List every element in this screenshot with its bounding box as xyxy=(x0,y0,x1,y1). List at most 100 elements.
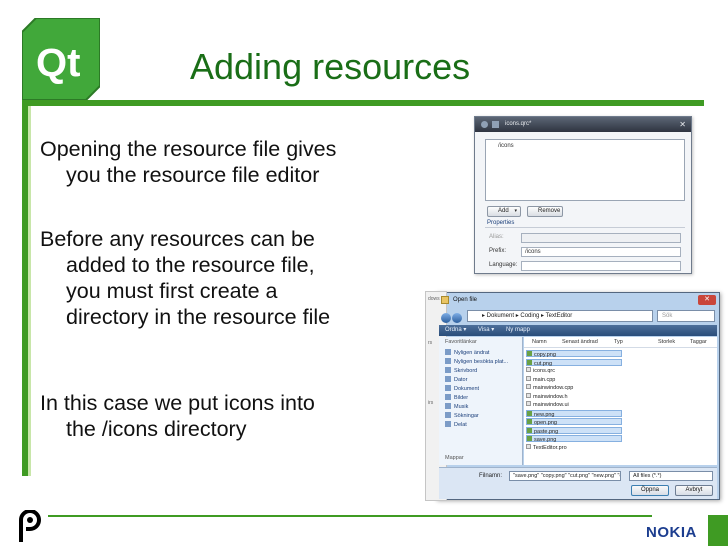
nav-item-label: Delat xyxy=(454,422,467,428)
resource-tree-item[interactable]: /icons xyxy=(498,143,514,149)
file-name: new.png xyxy=(534,411,555,418)
add-button[interactable]: Add ▾ xyxy=(487,206,521,217)
file-name: main.cpp xyxy=(533,376,556,383)
file-name: copy.png xyxy=(534,352,556,358)
documents-icon xyxy=(445,385,451,391)
file-row[interactable]: main.cpp xyxy=(526,375,622,383)
alias-row: Alias: xyxy=(489,232,683,244)
header-divider xyxy=(524,347,717,348)
nokia-logo: NOKIA xyxy=(646,524,697,541)
prefix-field[interactable]: /icons xyxy=(521,247,681,257)
qt-logo: Qt xyxy=(22,18,100,100)
plain-file-icon xyxy=(526,375,531,381)
nav-item[interactable]: Dokument xyxy=(445,385,479,392)
file-row[interactable]: save.png xyxy=(526,435,622,443)
close-icon[interactable]: ✕ xyxy=(698,295,716,305)
prefix-label: Prefix: xyxy=(489,248,507,254)
language-label: Language: xyxy=(489,262,518,268)
file-row[interactable]: TextEditor.pro xyxy=(526,443,622,451)
file-row[interactable]: paste.png xyxy=(526,426,622,434)
back-icon[interactable] xyxy=(441,313,451,323)
file-name: mainwindow.cpp xyxy=(533,385,574,391)
music-icon xyxy=(445,403,451,409)
bullet-list: Opening the resource file gives you the … xyxy=(40,136,450,480)
file-row[interactable]: mainwindow.cpp xyxy=(526,384,622,391)
nav-item-label: Musik xyxy=(454,404,469,410)
plain-file-icon xyxy=(526,384,531,389)
bullet-item: In this case we put icons into the /icon… xyxy=(40,391,315,441)
background-label: irs xyxy=(428,400,434,406)
folders-toggle[interactable]: Mappar xyxy=(445,455,464,461)
file-name: mainwindow.h xyxy=(533,393,568,400)
view-menu[interactable]: Visa ▾ xyxy=(478,327,494,333)
nav-item-label: Skrivbord xyxy=(454,368,478,374)
file-row[interactable]: cut.png xyxy=(526,358,622,367)
nav-item[interactable]: Musik xyxy=(445,403,468,410)
nav-item-label: Nyligen ändrat xyxy=(454,350,490,356)
computer-icon xyxy=(445,376,451,382)
filename-input[interactable]: "save.png" "copy.png" "cut.png" "new.png… xyxy=(509,471,621,481)
nav-item[interactable]: Skrivbord xyxy=(445,367,477,374)
file-type-select[interactable]: All files (*.*) xyxy=(629,471,713,481)
column-header-size[interactable]: Storlek xyxy=(658,339,675,345)
qt-logo-text: Qt xyxy=(36,41,80,85)
prefix-row: Prefix: /icons xyxy=(489,246,683,258)
image-file-icon xyxy=(527,419,532,424)
desktop-icon xyxy=(445,367,451,373)
column-header-type[interactable]: Typ xyxy=(614,339,623,345)
file-name: save.png xyxy=(534,437,557,443)
file-row[interactable]: mainwindow.ui xyxy=(526,401,622,408)
nav-item[interactable]: Bilder xyxy=(445,394,468,401)
address-bar[interactable]: ▸ Dokument ▸ Coding ▸ TextEditor xyxy=(467,310,653,322)
file-row[interactable]: new.png xyxy=(526,409,622,418)
language-field[interactable] xyxy=(521,261,681,271)
window-menu-icon[interactable] xyxy=(481,121,488,128)
chevron-down-icon: ▾ xyxy=(514,208,517,214)
search-input[interactable]: Sök xyxy=(657,310,715,322)
dialog-title: Open file xyxy=(453,297,478,303)
organize-menu[interactable]: Ordna ▾ xyxy=(445,327,466,333)
resource-editor-title: icons.qrc* xyxy=(505,121,532,127)
plain-file-icon xyxy=(526,443,531,449)
resource-editor-window: icons.qrc* ✕ /icons Add ▾ Remove Propert… xyxy=(474,116,692,274)
alias-field[interactable] xyxy=(521,233,681,243)
plain-file-icon xyxy=(526,392,531,398)
properties-panel: Alias: Prefix: /icons Language: xyxy=(485,227,685,271)
bullet-item: Opening the resource file gives you the … xyxy=(40,137,337,187)
cancel-button[interactable]: Avbryt xyxy=(675,485,713,496)
resource-tree[interactable]: /icons xyxy=(485,139,685,201)
folder-icon xyxy=(441,296,449,304)
new-folder-button[interactable]: Ny mapp xyxy=(506,327,530,333)
properties-label: Properties xyxy=(487,220,515,226)
column-header-modified[interactable]: Senast ändrad xyxy=(562,339,598,345)
file-name: cut.png xyxy=(534,360,553,367)
dialog-titlebar: Open file ✕ xyxy=(437,293,719,307)
nav-item[interactable]: Sökningar xyxy=(445,412,479,419)
nav-item[interactable]: Nyligen ändrat xyxy=(445,349,489,356)
forward-icon[interactable] xyxy=(452,313,462,323)
file-row[interactable]: open.png xyxy=(526,418,622,426)
nav-item[interactable]: Dator xyxy=(445,376,467,383)
plain-file-icon xyxy=(526,401,531,406)
resource-editor-titlebar: icons.qrc* ✕ xyxy=(475,117,691,132)
close-icon[interactable]: ✕ xyxy=(679,117,686,132)
bullet-item: Before any resources can be added to the… xyxy=(40,227,331,329)
nav-item[interactable]: Nyligen besökta plat... xyxy=(445,358,508,365)
image-file-icon xyxy=(527,410,532,416)
nav-item[interactable]: Delat xyxy=(445,421,467,428)
file-row[interactable]: copy.png xyxy=(526,350,622,358)
file-row[interactable]: mainwindow.h xyxy=(526,392,622,400)
file-row[interactable]: icons.qrc xyxy=(526,367,622,374)
navigation-pane: Favoritlänkar Nyligen ändrat Nyligen bes… xyxy=(439,337,523,465)
open-button[interactable]: Öppna xyxy=(631,485,669,496)
image-file-icon xyxy=(527,359,532,365)
corner-accent xyxy=(708,515,728,546)
image-file-icon xyxy=(527,436,532,441)
favorites-header: Favoritlänkar xyxy=(445,339,477,345)
remove-button[interactable]: Remove xyxy=(527,206,563,217)
column-header-name[interactable]: Namn xyxy=(532,339,547,345)
column-header-tags[interactable]: Taggar xyxy=(690,339,707,345)
image-file-icon xyxy=(527,427,532,433)
nav-item-label: Sökningar xyxy=(454,413,479,419)
dialog-footer: Filnamn: "save.png" "copy.png" "cut.png"… xyxy=(439,467,717,499)
